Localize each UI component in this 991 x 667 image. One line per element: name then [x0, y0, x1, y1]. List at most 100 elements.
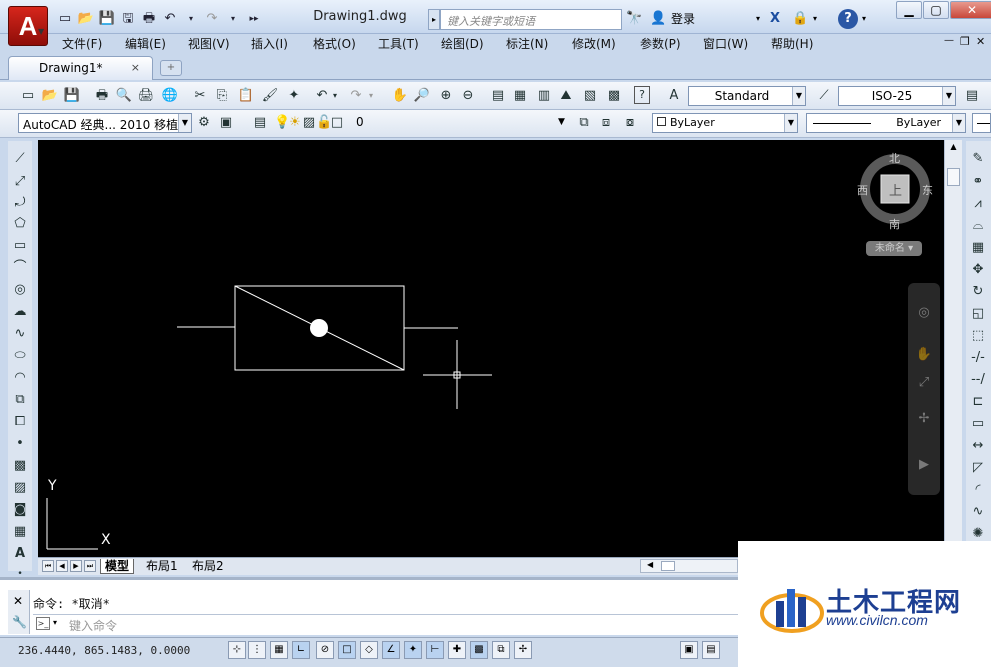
- layer-state-icon[interactable]: ⧇: [620, 113, 640, 133]
- insert-block-icon[interactable]: ⧉: [10, 390, 30, 410]
- wrench-icon[interactable]: 🔧: [12, 615, 27, 629]
- linetype-select[interactable]: ByLayer ▼: [806, 113, 966, 133]
- ortho-mode-icon[interactable]: ∟: [292, 641, 310, 659]
- menu-format[interactable]: 格式(O): [313, 35, 356, 52]
- menu-view[interactable]: 视图(V): [188, 35, 230, 52]
- redo-dropdown-icon[interactable]: ▾: [224, 10, 242, 28]
- extend-icon[interactable]: --/: [968, 370, 988, 390]
- arc-icon[interactable]: ⌒: [10, 258, 30, 278]
- snap-mode-icon[interactable]: ⋮: [248, 641, 266, 659]
- menu-parameter[interactable]: 参数(P): [640, 35, 681, 52]
- menu-insert[interactable]: 插入(I): [251, 35, 288, 52]
- maximize-button[interactable]: ▢: [923, 1, 949, 19]
- ellipse-icon[interactable]: ⬭: [10, 346, 30, 366]
- exchange-icon[interactable]: X: [770, 9, 780, 29]
- doc-restore-icon[interactable]: ❐: [960, 35, 970, 48]
- plot-icon[interactable]: 🖶: [92, 86, 112, 106]
- layer-select[interactable]: 0: [250, 113, 570, 133]
- text-style-icon[interactable]: A: [664, 86, 684, 106]
- subscription-dropdown-icon[interactable]: ▾: [813, 9, 817, 29]
- scroll-left-icon[interactable]: ◀: [647, 560, 653, 569]
- offset-icon[interactable]: ⌓: [968, 216, 988, 236]
- rotate-icon[interactable]: ↻: [968, 282, 988, 302]
- menu-help[interactable]: 帮助(H): [771, 35, 813, 52]
- dynamic-input-icon[interactable]: ⊢: [426, 641, 444, 659]
- print-icon[interactable]: 🖶: [140, 10, 158, 28]
- pan-icon[interactable]: ✋: [914, 345, 934, 365]
- cursor-coordinates[interactable]: 236.4440, 865.1483, 0.0000: [18, 644, 190, 657]
- binoculars-icon[interactable]: 🔭: [626, 9, 642, 29]
- paste-icon[interactable]: 📋: [236, 86, 256, 106]
- scroll-up-icon[interactable]: ▲: [946, 142, 961, 156]
- zoom-window-icon[interactable]: ⊕: [436, 86, 456, 106]
- transparency-icon[interactable]: ▩: [470, 641, 488, 659]
- dynamic-ucs-icon[interactable]: ✦: [404, 641, 422, 659]
- point-icon[interactable]: •: [10, 434, 30, 454]
- save-icon[interactable]: 💾: [98, 10, 116, 28]
- command-input[interactable]: 键入命令: [33, 614, 738, 634]
- stretch-icon[interactable]: ⬚: [968, 326, 988, 346]
- doc-close-icon[interactable]: ✕: [976, 35, 985, 48]
- layer-previous-icon[interactable]: ⧈: [596, 113, 616, 133]
- markup-icon[interactable]: ▧: [580, 86, 600, 106]
- table-style-icon[interactable]: ▤: [962, 86, 982, 106]
- pan-icon[interactable]: ✋: [390, 86, 410, 106]
- dim-style-icon[interactable]: ⟋: [814, 86, 834, 106]
- zoom-icon[interactable]: ⤢: [914, 373, 934, 393]
- viewcube-south[interactable]: 南: [889, 216, 900, 232]
- tab-drawing1[interactable]: Drawing1* ×: [8, 56, 153, 80]
- menu-draw[interactable]: 绘图(D): [441, 35, 484, 52]
- tab-layout2[interactable]: 布局2: [188, 559, 228, 574]
- undo-icon[interactable]: ↶: [161, 10, 179, 28]
- menu-file[interactable]: 文件(F): [62, 35, 102, 52]
- login-dropdown-icon[interactable]: ▾: [756, 9, 760, 29]
- center-dot[interactable]: [310, 319, 328, 337]
- quick-properties-icon[interactable]: ⧉: [492, 641, 510, 659]
- scroll-thumb[interactable]: [947, 168, 960, 186]
- next-layout-icon[interactable]: ▶: [70, 560, 82, 572]
- color-select[interactable]: ByLayer ▼: [652, 113, 798, 133]
- minimize-button[interactable]: ▁: [896, 1, 922, 19]
- spline-icon[interactable]: ∿: [10, 324, 30, 344]
- viewcube-top-face[interactable]: 上: [889, 180, 902, 199]
- drawing-canvas[interactable]: [38, 140, 944, 557]
- make-block-icon[interactable]: ⧠: [10, 412, 30, 432]
- close-button[interactable]: ✕: [950, 1, 991, 19]
- scale-icon[interactable]: ◱: [968, 304, 988, 324]
- revision-cloud-icon[interactable]: ☁: [10, 302, 30, 322]
- layout-space-icon[interactable]: ▤: [702, 641, 720, 659]
- application-menu-button[interactable]: A: [8, 6, 48, 46]
- viewcube-north[interactable]: 北: [889, 150, 900, 166]
- calculator-icon[interactable]: ▩: [604, 86, 624, 106]
- redo-dropdown-icon[interactable]: ▾: [366, 86, 376, 106]
- command-prompt-icon[interactable]: >_: [36, 617, 50, 630]
- undo-icon[interactable]: ↶: [312, 86, 332, 106]
- workspace-settings-icon[interactable]: ⚙: [194, 113, 214, 133]
- polyline-icon[interactable]: ⤾: [10, 193, 30, 213]
- dim-style-select[interactable]: ISO-25 ▼: [838, 86, 956, 106]
- help-dropdown-icon[interactable]: ▾: [862, 9, 866, 29]
- zoom-previous-icon[interactable]: ⊖: [458, 86, 478, 106]
- chamfer-icon[interactable]: ◸: [968, 458, 988, 478]
- sheet-set-icon[interactable]: ⛰: [556, 86, 576, 106]
- object-snap-icon[interactable]: □: [338, 641, 356, 659]
- search-input[interactable]: 键入关键字或短语: [440, 9, 622, 30]
- ellipse-arc-icon[interactable]: ◠: [10, 368, 30, 388]
- region-icon[interactable]: ◙: [10, 500, 30, 520]
- erase-icon[interactable]: ✎: [968, 149, 988, 169]
- construction-line-icon[interactable]: ⤢: [10, 172, 30, 192]
- publish-icon[interactable]: 🖨: [136, 86, 156, 106]
- 3d-object-snap-icon[interactable]: ◇: [360, 641, 378, 659]
- model-space-icon[interactable]: ▣: [680, 641, 698, 659]
- rectangle-icon[interactable]: ▭: [10, 236, 30, 256]
- make-current-layer-icon[interactable]: ⧉: [574, 113, 594, 133]
- help-button[interactable]: ?: [838, 9, 858, 29]
- object-snap-tracking-icon[interactable]: ∠: [382, 641, 400, 659]
- ucs-menu-button[interactable]: 未命名 ▾: [866, 241, 922, 256]
- hscroll-thumb[interactable]: [661, 561, 675, 571]
- menu-dimension[interactable]: 标注(N): [506, 35, 548, 52]
- break-at-point-icon[interactable]: ⊏: [968, 392, 988, 412]
- polygon-icon[interactable]: ⬠: [10, 214, 30, 234]
- fillet-icon[interactable]: ◜: [968, 480, 988, 500]
- properties-icon[interactable]: ▤: [488, 86, 508, 106]
